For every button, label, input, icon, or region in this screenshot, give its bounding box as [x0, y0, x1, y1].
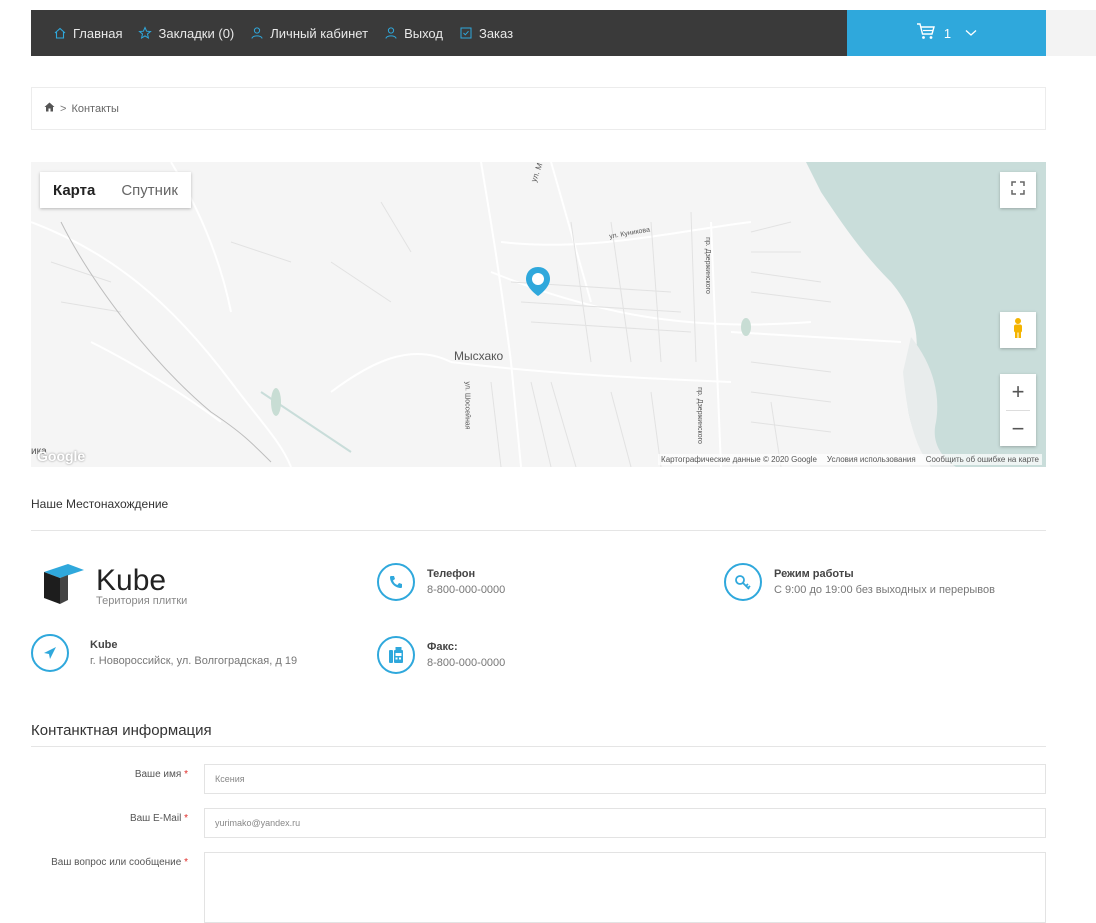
cube-icon	[42, 562, 86, 611]
cart-count: 1	[943, 25, 952, 41]
logo-tagline: Територия плитки	[96, 594, 188, 607]
map-terms-link[interactable]: Условия использования	[827, 455, 916, 464]
top-nav-bar: Главная Закладки (0) Личный кабинет Выхо…	[31, 10, 847, 56]
phone-info: Телефон 8-800-000-0000	[377, 563, 505, 601]
email-label-text: Ваш E-Mail	[129, 813, 182, 824]
nav-item-label: Заказ	[478, 25, 514, 41]
nav-item-logout[interactable]: Выход	[384, 26, 443, 41]
fullscreen-icon	[1011, 180, 1025, 200]
home-icon[interactable]	[44, 102, 55, 115]
nav-item-account[interactable]: Личный кабинет	[250, 26, 368, 41]
breadcrumb-separator: >	[60, 102, 67, 115]
zoom-out-button[interactable]: −	[1012, 411, 1025, 446]
nav-item-order[interactable]: Заказ	[459, 26, 513, 41]
nav-item-bookmarks[interactable]: Закладки (0)	[138, 26, 234, 41]
zoom-controls: + −	[1000, 374, 1036, 446]
map-attribution: Картографические данные © 2020 Google Ус…	[658, 454, 1042, 465]
hours-text: С 9:00 до 19:00 без выходных и перерывов	[774, 584, 995, 596]
hours-title: Режим работы	[774, 568, 854, 580]
map-view[interactable]: Карта Спутник + − Мысхако ул. Куникова п…	[31, 162, 1046, 467]
fax-info: Факс: 8-800-000-0000	[377, 636, 505, 674]
key-icon	[724, 563, 762, 601]
map-data-attribution: Картографические данные © 2020 Google	[661, 455, 817, 464]
map-label-street: пр. Дзержинского	[695, 387, 703, 444]
nav-item-label: Закладки (0)	[158, 25, 235, 41]
breadcrumb: > Контакты	[31, 87, 1046, 130]
star-icon	[138, 26, 153, 40]
address-info: Kube г. Новороссийск, ул. Волгоградская,…	[31, 634, 297, 672]
required-mark: *	[184, 857, 188, 868]
phone-icon	[377, 563, 415, 601]
address-text: г. Новороссийск, ул. Волгоградская, д 19	[90, 655, 298, 667]
user-icon	[250, 26, 264, 40]
divider	[31, 530, 1046, 531]
user-icon	[384, 26, 398, 40]
phone-title: Телефон	[427, 568, 476, 580]
pegman-icon	[1011, 317, 1025, 344]
breadcrumb-current: Контакты	[71, 102, 119, 115]
google-logo: Google	[37, 448, 86, 464]
zoom-in-button[interactable]: +	[1012, 374, 1025, 410]
street-view-button[interactable]	[1000, 312, 1036, 348]
nav-item-label: Главная	[73, 25, 123, 41]
location-title: Наше Местонахождение	[31, 497, 169, 511]
required-mark: *	[184, 769, 188, 780]
form-title: Контанктная информация	[31, 722, 212, 739]
fax-number: 8-800-000-0000	[427, 657, 506, 669]
divider	[31, 746, 1046, 747]
map-type-tabs: Карта Спутник	[40, 172, 191, 208]
map-label-street: пр. Дзержинского	[703, 237, 711, 294]
required-mark: *	[184, 813, 188, 824]
address-title: Kube	[90, 639, 118, 651]
cart-button[interactable]: 1	[847, 10, 1046, 56]
message-label: Ваш вопрос или сообщение *	[28, 857, 188, 868]
fullscreen-button[interactable]	[1000, 172, 1036, 208]
name-label: Ваше имя *	[28, 769, 188, 780]
map-marker-icon[interactable]	[525, 266, 551, 319]
page-background-strip	[1046, 10, 1096, 56]
cart-icon	[916, 22, 936, 45]
nav-item-label: Выход	[404, 25, 443, 41]
message-textarea[interactable]	[204, 852, 1046, 923]
home-icon	[53, 26, 67, 40]
location-arrow-icon	[31, 634, 69, 672]
map-label-street: ул. Шоссейная	[463, 381, 471, 430]
message-label-text: Ваш вопрос или сообщение	[51, 857, 182, 868]
check-square-icon	[459, 26, 473, 40]
email-input[interactable]: yurimako@yandex.ru	[204, 808, 1046, 838]
email-label: Ваш E-Mail *	[28, 813, 188, 824]
nav-item-home[interactable]: Главная	[53, 26, 122, 41]
name-label-text: Ваше имя	[134, 769, 182, 780]
map-report-link[interactable]: Сообщить об ошибке на карте	[926, 455, 1039, 464]
fax-title: Факс:	[427, 641, 458, 653]
name-input[interactable]: Ксения	[204, 764, 1046, 794]
map-tab-satellite[interactable]: Спутник	[108, 172, 191, 208]
company-logo: Kube Територия плитки	[42, 562, 187, 611]
logo-name: Kube	[96, 563, 167, 597]
hours-info: Режим работы С 9:00 до 19:00 без выходны…	[724, 563, 995, 601]
map-tab-map[interactable]: Карта	[40, 172, 108, 208]
chevron-down-icon	[965, 24, 977, 42]
nav-item-label: Личный кабинет	[270, 25, 369, 41]
fax-icon	[377, 636, 415, 674]
map-label-district: Мысхако	[454, 349, 504, 363]
phone-number: 8-800-000-0000	[427, 584, 506, 596]
